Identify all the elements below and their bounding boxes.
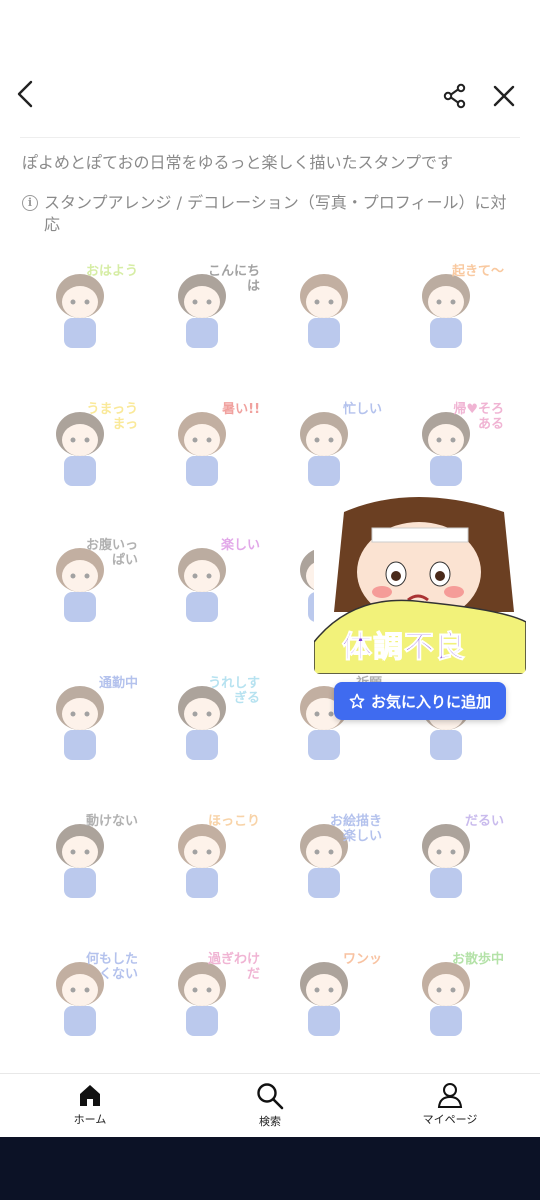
share-button[interactable] xyxy=(435,76,475,116)
sticker-item[interactable]: 動けない xyxy=(30,808,142,908)
sticker-item[interactable]: うまっうまっ xyxy=(30,396,142,496)
sticker-label: 何もしたくない xyxy=(85,952,138,982)
sticker-item[interactable]: 何もしたくない xyxy=(30,946,142,1046)
person-icon xyxy=(437,1083,463,1108)
tab-home-label: ホーム xyxy=(73,1113,107,1126)
sticker-item[interactable]: 忙しい xyxy=(274,396,386,496)
sticker-label: おはよう xyxy=(85,264,138,279)
sticker-label: 起きて〜 xyxy=(451,264,504,279)
sticker-item[interactable]: お腹いっぱい xyxy=(30,532,142,632)
sticker-label: お腹いっぱい xyxy=(85,538,138,568)
chevron-left-icon xyxy=(17,80,33,108)
sticker-art xyxy=(274,258,386,358)
sticker-item[interactable]: ワンッ xyxy=(274,946,386,1046)
system-navigation-bar xyxy=(0,1137,540,1200)
sticker-label: 帰♥そろある xyxy=(453,402,504,432)
share-icon xyxy=(443,83,466,109)
sticker-preview[interactable]: 体調不良 xyxy=(314,492,526,674)
sticker-item[interactable]: 通勤中 xyxy=(30,670,142,770)
top-bar xyxy=(0,70,540,122)
sticker-label: 忙しい xyxy=(342,402,382,417)
close-button[interactable] xyxy=(484,76,524,116)
bottom-tab-bar: ホーム 検索 マイページ xyxy=(0,1073,540,1137)
add-to-favorites-button[interactable]: お気に入りに追加 xyxy=(334,682,506,720)
sticker-item[interactable]: 過ぎわけだ xyxy=(152,946,264,1046)
tab-mypage-label: マイページ xyxy=(422,1113,478,1126)
sticker-item[interactable]: ほっこり xyxy=(152,808,264,908)
sticker-item[interactable] xyxy=(274,258,386,358)
header-divider xyxy=(20,137,520,138)
home-icon xyxy=(80,1085,100,1106)
close-icon xyxy=(493,85,515,107)
tab-search[interactable]: 検索 xyxy=(210,1082,330,1132)
sticker-item[interactable]: お絵描き楽しい xyxy=(274,808,386,908)
info-icon: i xyxy=(22,195,38,211)
sticker-label: お散歩中 xyxy=(451,952,504,967)
search-icon xyxy=(257,1083,284,1110)
sticker-description: ぽよめとぽておの日常をゆるっと楽しく描いたスタンプです xyxy=(22,153,454,172)
sticker-item[interactable]: 帰♥そろある xyxy=(396,396,508,496)
compat-note: i スタンプアレンジ / デコレーション（写真・プロフィール）に対応 xyxy=(22,192,522,236)
compat-note-text: スタンプアレンジ / デコレーション（写真・プロフィール）に対応 xyxy=(44,193,507,234)
sticker-item[interactable]: 起きて〜 xyxy=(396,258,508,358)
sticker-item[interactable]: 暑い!! xyxy=(152,396,264,496)
sticker-label: ワンッ xyxy=(342,952,382,967)
sticker-preview-text: 体調不良 xyxy=(342,630,466,666)
sticker-label: お絵描き楽しい xyxy=(329,814,382,844)
sticker-label: うまっうまっ xyxy=(86,402,138,432)
sticker-label: 動けない xyxy=(85,814,138,829)
sticker-label: 暑い!! xyxy=(222,402,260,417)
tab-home[interactable]: ホーム xyxy=(30,1082,150,1132)
sticker-item[interactable]: こんにちは xyxy=(152,258,264,358)
sticker-label: 楽しい xyxy=(220,538,260,553)
sticker-item[interactable]: だるい xyxy=(396,808,508,908)
tab-mypage[interactable]: マイページ xyxy=(390,1082,510,1132)
add-to-favorites-label: お気に入りに追加 xyxy=(370,692,491,711)
star-outline-icon xyxy=(349,693,365,709)
sticker-label: だるい xyxy=(464,814,504,829)
tab-search-label: 検索 xyxy=(259,1115,281,1128)
sticker-item[interactable]: お散歩中 xyxy=(396,946,508,1046)
sticker-label: こんにちは xyxy=(207,264,260,294)
sticker-label: ほっこり xyxy=(207,814,260,829)
sticker-item[interactable]: うれしすぎる xyxy=(152,670,264,770)
sticker-label: 通勤中 xyxy=(98,676,138,691)
sticker-label: うれしすぎる xyxy=(208,676,260,706)
sticker-label: 過ぎわけだ xyxy=(207,952,260,982)
sticker-item[interactable]: おはよう xyxy=(30,258,142,358)
sticker-item[interactable]: 楽しい xyxy=(152,532,264,632)
back-button[interactable] xyxy=(6,74,46,114)
